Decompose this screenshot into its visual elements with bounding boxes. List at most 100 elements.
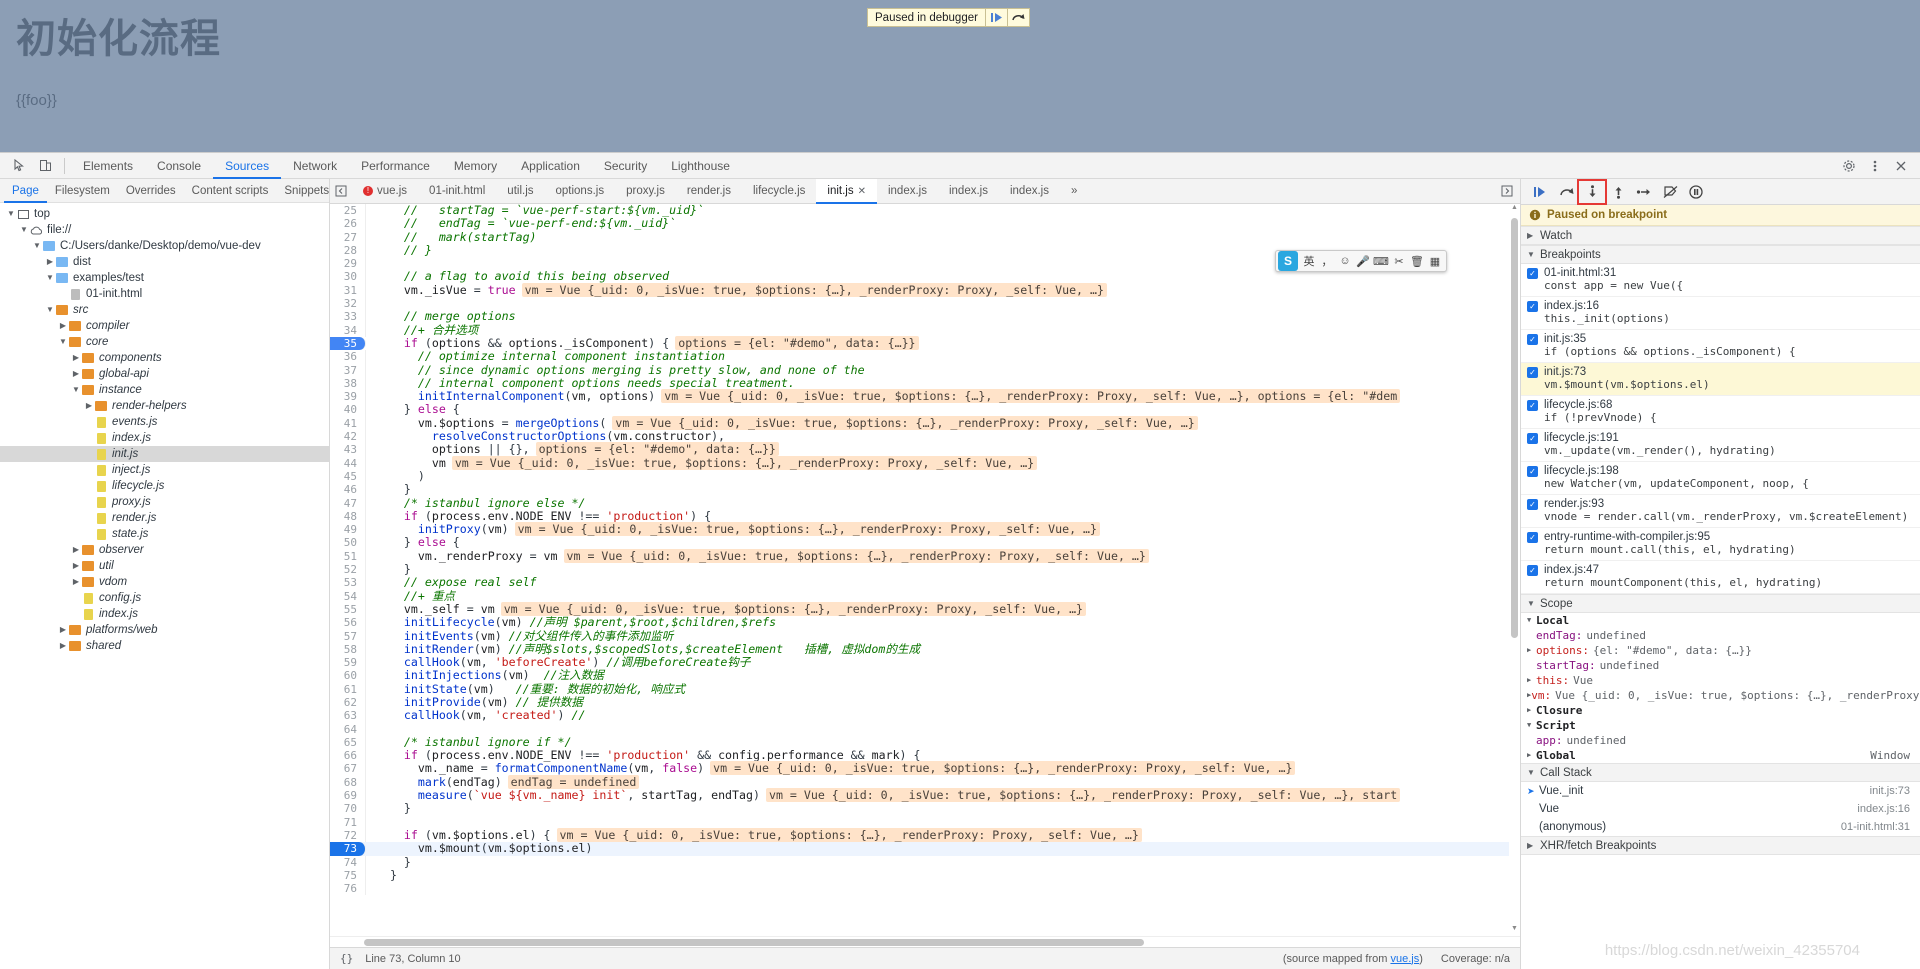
code-line-59[interactable]: 59 callHook(vm, 'beforeCreate') //调用befo… <box>330 655 1520 670</box>
line-number[interactable]: 31 <box>330 283 366 298</box>
inspect-element-icon[interactable] <box>6 155 32 177</box>
scope-row[interactable]: app: undefined <box>1521 733 1920 748</box>
line-number[interactable]: 74 <box>330 855 366 869</box>
navigator-tab-snippets[interactable]: Snippets <box>276 179 337 203</box>
chevron-down-icon[interactable]: ▼ <box>6 206 16 222</box>
code-line-65[interactable]: 65 /* istanbul ignore if */ <box>330 735 1520 750</box>
pretty-print-icon[interactable]: {} <box>340 952 353 965</box>
code-line-25[interactable]: 25 // startTag = `vue-perf-start:${vm._u… <box>330 204 1520 218</box>
line-number[interactable]: 37 <box>330 363 366 377</box>
line-number[interactable]: 53 <box>330 576 366 590</box>
tree-item-events-js[interactable]: events.js <box>0 414 329 430</box>
code-line-39[interactable]: 39 initInternalComponent(vm, options) vm … <box>330 389 1520 404</box>
horizontal-scroll-thumb[interactable] <box>364 939 1144 946</box>
chevron-down-icon[interactable]: ▼ <box>19 222 29 238</box>
code-line-46[interactable]: 46 } <box>330 482 1520 497</box>
chevron-down-icon[interactable]: ▼ <box>45 270 55 286</box>
code-line-58[interactable]: 58 initRender(vm) //声明$slots,$scopedSlot… <box>330 642 1520 657</box>
line-number[interactable]: 60 <box>330 669 366 683</box>
file-tab-init-js[interactable]: init.js ✕ <box>816 178 877 204</box>
breakpoint-checkbox[interactable]: ✓ <box>1527 432 1538 444</box>
device-toolbar-icon[interactable] <box>32 155 58 177</box>
tree-item-shared[interactable]: ▶ shared <box>0 638 329 654</box>
line-number[interactable]: 72 <box>330 828 366 843</box>
line-number[interactable]: 38 <box>330 376 366 391</box>
line-number[interactable]: 47 <box>330 496 366 510</box>
line-number[interactable]: 62 <box>330 695 366 710</box>
navigator-tab-page[interactable]: Page <box>4 179 47 203</box>
navigator-tab-overrides[interactable]: Overrides <box>118 179 184 203</box>
code-line-26[interactable]: 26 // endTag = `vue-perf-end:${vm._uid}` <box>330 217 1520 231</box>
code-line-67[interactable]: 67 vm._name = formatComponentName(vm, fa… <box>330 761 1520 776</box>
line-number[interactable]: 45 <box>330 469 366 484</box>
code-line-42[interactable]: 42 resolveConstructorOptions(vm.construc… <box>330 429 1520 444</box>
line-number[interactable]: 64 <box>330 722 366 736</box>
call-stack-row[interactable]: (anonymous) 01-init.html:31 <box>1521 818 1920 836</box>
tree-item-render-helpers[interactable]: ▶ render-helpers <box>0 398 329 414</box>
source-mapped-link[interactable]: vue.js <box>1390 953 1419 965</box>
code-line-43[interactable]: 43 options || {}, options = {el: "#demo",… <box>330 442 1520 457</box>
file-tab-index-js[interactable]: index.js <box>877 179 938 204</box>
section-breakpoints[interactable]: ▼ Breakpoints <box>1521 245 1920 264</box>
chevron-right-icon[interactable]: ▶ <box>1527 643 1536 658</box>
line-number[interactable]: 42 <box>330 430 366 444</box>
resume-icon[interactable] <box>984 9 1007 26</box>
code-line-34[interactable]: 34 //+ 合并选项 <box>330 323 1520 337</box>
tree-item-core[interactable]: ▼ core <box>0 334 329 350</box>
call-stack-row[interactable]: Vue index.js:16 <box>1521 800 1920 818</box>
ime-button[interactable]: ✂ <box>1390 252 1408 270</box>
tree-item-01-init-html[interactable]: 01-init.html <box>0 286 329 302</box>
breakpoint-checkbox[interactable]: ✓ <box>1527 267 1538 279</box>
close-icon[interactable] <box>1888 155 1914 177</box>
scope-row[interactable]: ▶ vm: Vue {_uid: 0, _isVue: true, $options… <box>1521 688 1920 703</box>
file-tab--[interactable]: » <box>1060 179 1088 204</box>
file-tab-options-js[interactable]: options.js <box>545 179 616 204</box>
breakpoint-item[interactable]: ✓ entry-runtime-with-compiler.js:95 return… <box>1521 528 1920 561</box>
code-line-76[interactable]: 76 <box>330 882 1520 896</box>
editor-vertical-scrollbar[interactable]: ▲ ▼ <box>1509 204 1520 936</box>
tree-item-src[interactable]: ▼ src <box>0 302 329 318</box>
scope-row[interactable]: ▶ Global Window <box>1521 748 1920 763</box>
code-line-31[interactable]: 31 vm._isVue = true vm = Vue {_uid: 0, _i… <box>330 282 1520 298</box>
code-line-41[interactable]: 41 vm.$options = mergeOptions(vm = Vue {… <box>330 415 1520 431</box>
tree-item-config-js[interactable]: config.js <box>0 590 329 606</box>
ime-button[interactable]: ⌨ <box>1372 252 1390 270</box>
panel-tab-sources[interactable]: Sources <box>213 153 281 179</box>
step-into-icon[interactable] <box>1577 178 1607 205</box>
breakpoint-item[interactable]: ✓ index.js:16 this._init(options) <box>1521 297 1920 330</box>
code-line-30[interactable]: 30 // a flag to avoid this being observe… <box>330 270 1520 284</box>
scope-row[interactable]: ▼ Local <box>1521 613 1920 628</box>
scope-row[interactable]: endTag: undefined <box>1521 628 1920 643</box>
tree-item-util[interactable]: ▶ util <box>0 558 329 574</box>
tree-item-index-js[interactable]: index.js <box>0 606 329 622</box>
line-number[interactable]: 51 <box>330 549 366 564</box>
line-number[interactable]: 49 <box>330 523 366 537</box>
line-number[interactable]: 36 <box>330 350 366 364</box>
code-line-52[interactable]: 52 } <box>330 562 1520 577</box>
show-navigator-icon[interactable] <box>330 179 352 204</box>
tree-item-examples-test[interactable]: ▼ examples/test <box>0 270 329 286</box>
line-number[interactable]: 67 <box>330 762 366 776</box>
section-xhr-breakpoints[interactable]: ▶ XHR/fetch Breakpoints <box>1521 836 1920 855</box>
code-line-70[interactable]: 70 } <box>330 802 1520 816</box>
ime-button[interactable]: 🗑 <box>1408 252 1426 270</box>
scroll-down-arrow[interactable]: ▼ <box>1509 925 1520 936</box>
tree-item-observer[interactable]: ▶ observer <box>0 542 329 558</box>
breakpoint-checkbox[interactable]: ✓ <box>1527 366 1538 378</box>
line-number[interactable]: 27 <box>330 230 366 244</box>
panel-tab-console[interactable]: Console <box>145 153 213 179</box>
tree-item-render-js[interactable]: render.js <box>0 510 329 526</box>
file-tab-lifecycle-js[interactable]: lifecycle.js <box>742 179 816 204</box>
section-scope[interactable]: ▼ Scope <box>1521 594 1920 613</box>
scope-row[interactable]: ▶ this: Vue <box>1521 673 1920 688</box>
step-over-icon[interactable] <box>1553 181 1579 203</box>
code-line-61[interactable]: 61 initState(vm) //重要: 数据的初始化, 响应式 <box>330 682 1520 696</box>
code-editor[interactable]: 25 // startTag = `vue-perf-start:${vm._u… <box>330 204 1520 936</box>
line-number[interactable]: 25 <box>330 204 366 218</box>
scope-row[interactable]: ▶ options: {el: "#demo", data: {…}} <box>1521 643 1920 658</box>
code-line-69[interactable]: 69 measure(`vue ${vm._name} init`, start… <box>330 788 1520 803</box>
ime-button[interactable]: 🎤 <box>1354 252 1372 270</box>
tree-item-compiler[interactable]: ▶ compiler <box>0 318 329 334</box>
breakpoint-item[interactable]: ✓ init.js:73 vm.$mount(vm.$options.el) <box>1521 363 1920 396</box>
chevron-right-icon[interactable]: ▶ <box>71 558 81 574</box>
